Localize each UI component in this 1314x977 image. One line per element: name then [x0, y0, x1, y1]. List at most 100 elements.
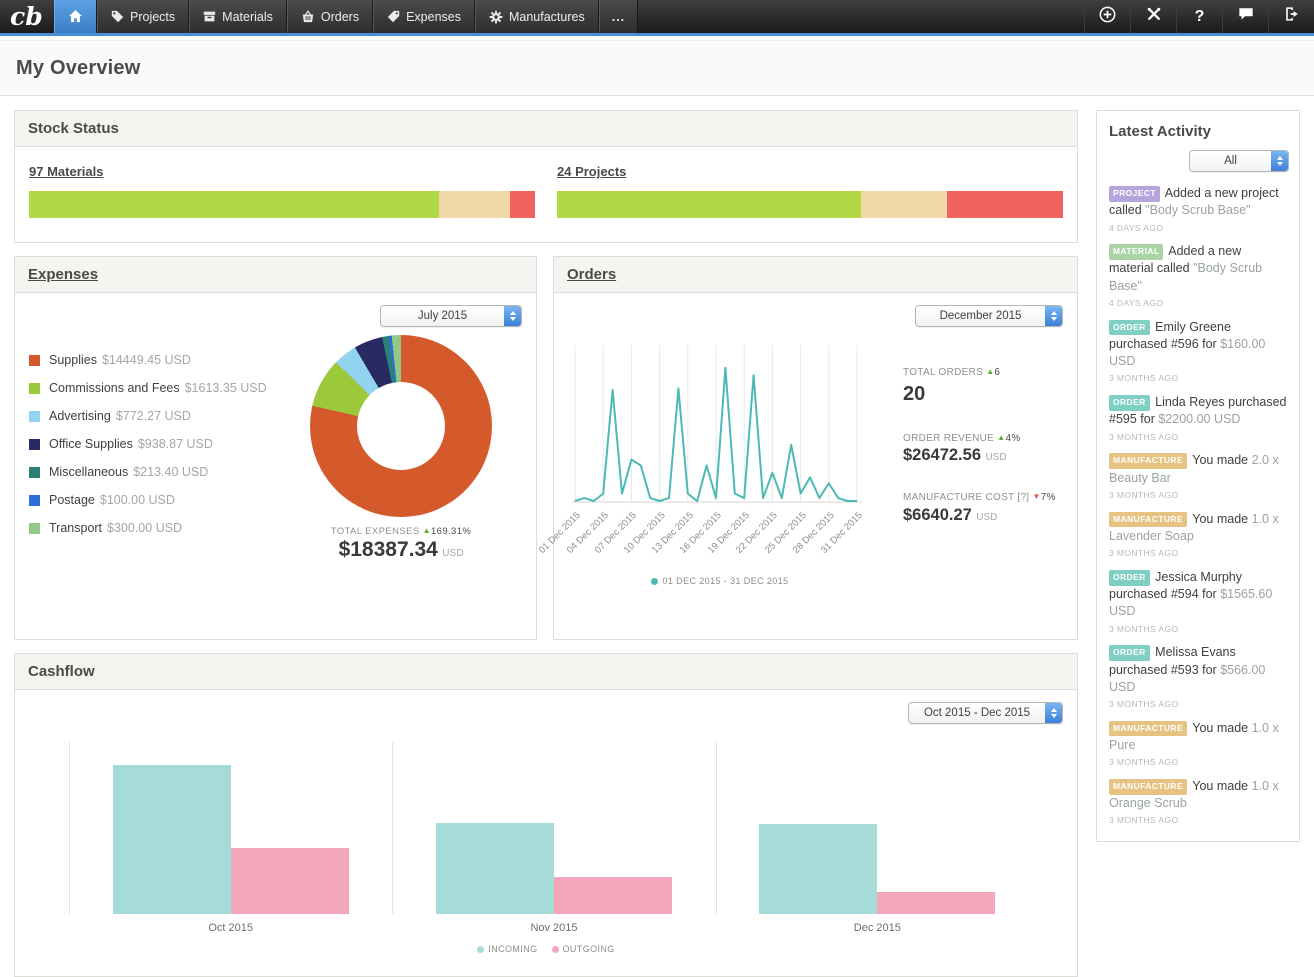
projects-count-link[interactable]: 24 Projects — [557, 164, 626, 179]
activity-type-badge: ORDER — [1109, 395, 1150, 411]
total-expenses-value: $18387.34 — [339, 538, 438, 561]
select-stepper-icon — [504, 306, 521, 326]
cashflow-bar-group — [392, 823, 715, 914]
activity-item[interactable]: ORDER Jessica Murphy purchased #594 for … — [1097, 560, 1299, 635]
total-orders-stat: TOTAL ORDERS ▲6 20 — [903, 365, 1063, 406]
materials-count-link[interactable]: 97 Materials — [29, 164, 103, 179]
tools-icon — [1146, 6, 1162, 27]
cashflow-x-labels: Oct 2015Nov 2015Dec 2015 — [69, 922, 1039, 934]
stock-status-title: Stock Status — [15, 111, 1077, 147]
orders-basket-icon — [301, 10, 315, 24]
cashflow-title: Cashflow — [15, 654, 1077, 690]
cashflow-legend-entry: INCOMING — [477, 944, 537, 954]
cashflow-bar-outgoing — [554, 877, 672, 914]
legend-label: Postage — [49, 493, 95, 507]
logout-icon — [1284, 6, 1300, 27]
total-expenses-label: TOTAL EXPENSES — [331, 526, 420, 537]
legend-swatch-icon — [29, 495, 40, 506]
cashflow-bar-outgoing — [231, 848, 349, 914]
select-stepper-icon — [1045, 703, 1062, 723]
select-value: All — [1190, 155, 1271, 167]
manufacture-cost-stat: MANUFACTURE COST [?] ▼7% $6640.27 USD — [903, 490, 1063, 525]
expense-legend-item: Office Supplies$938.87 USD — [29, 437, 301, 451]
activity-type-badge: ORDER — [1109, 320, 1150, 336]
cashflow-x-label: Nov 2015 — [392, 922, 715, 934]
expense-legend-item: Postage $100.00 USD — [29, 493, 301, 507]
page-title: My Overview — [16, 57, 1298, 80]
nav-tab-label: Materials — [222, 10, 273, 24]
manufactures-gear-icon — [489, 10, 503, 24]
stat-delta: 6 — [994, 367, 1000, 378]
orders-stats: TOTAL ORDERS ▲6 20 ORDER REVENUE ▲4% $26… — [903, 365, 1063, 586]
app-logo[interactable]: cb — [0, 0, 54, 33]
currency-label: USD — [976, 512, 997, 523]
expenses-totals: TOTAL EXPENSES ▲169.31% $18387.34 USD — [331, 526, 472, 562]
activity-item[interactable]: MANUFACTURE You made 2.0 x Beauty Bar3 M… — [1097, 443, 1299, 501]
nav-tab-projects[interactable]: Projects — [97, 0, 189, 33]
cashflow-x-label: Oct 2015 — [69, 922, 392, 934]
activity-timestamp: 3 MONTHS AGO — [1109, 490, 1287, 502]
stock-bar-segment — [557, 191, 861, 218]
nav-tab-home[interactable] — [54, 0, 97, 33]
select-value: December 2015 — [916, 310, 1045, 322]
activity-type-badge: ORDER — [1109, 570, 1150, 586]
legend-swatch-icon — [29, 355, 40, 366]
latest-activity-title: Latest Activity — [1097, 111, 1299, 144]
activity-timestamp: 4 DAYS AGO — [1109, 298, 1287, 310]
nav-tab-expenses[interactable]: Expenses — [373, 0, 475, 33]
orders-title-link[interactable]: Orders — [567, 266, 616, 283]
stock-projects-group: 24 Projects — [557, 163, 1063, 218]
stock-bar-segment — [947, 191, 1063, 218]
legend-bullet-icon — [552, 946, 559, 953]
nav-tab-manufactures[interactable]: Manufactures — [475, 0, 599, 33]
feedback-button[interactable] — [1222, 0, 1268, 33]
activity-detail: $2200.00 USD — [1158, 412, 1240, 426]
expenses-tag-icon — [387, 10, 400, 23]
add-button[interactable] — [1084, 0, 1130, 33]
nav-tab-label: Orders — [321, 10, 359, 24]
activity-item[interactable]: MANUFACTURE You made 1.0 x Pure3 MONTHS … — [1097, 711, 1299, 769]
cashflow-bar-incoming — [759, 824, 877, 914]
stat-value: $6640.27 — [903, 506, 972, 524]
orders-period-select[interactable]: December 2015 — [915, 305, 1063, 327]
currency-label: USD — [985, 452, 1006, 463]
nav-tab-orders[interactable]: Orders — [287, 0, 373, 33]
expenses-title-link[interactable]: Expenses — [28, 266, 98, 283]
stock-bar-segment — [510, 191, 535, 218]
activity-item[interactable]: PROJECT Added a new project called "Body… — [1097, 176, 1299, 234]
activity-item[interactable]: MANUFACTURE You made 1.0 x Lavender Soap… — [1097, 502, 1299, 560]
expense-legend-item: Transport$300.00 USD — [29, 521, 301, 535]
expense-legend-item: Advertising$772.27 USD — [29, 409, 301, 423]
activity-item[interactable]: ORDER Linda Reyes purchased #595 for $22… — [1097, 385, 1299, 443]
cashflow-bar-group — [716, 824, 1039, 914]
logout-button[interactable] — [1268, 0, 1314, 33]
expenses-period-select[interactable]: July 2015 — [380, 305, 522, 327]
cashflow-period-select[interactable]: Oct 2015 - Dec 2015 — [908, 702, 1063, 724]
nav-tab-materials[interactable]: Materials — [189, 0, 287, 33]
activity-filter-select[interactable]: All — [1189, 150, 1289, 172]
cashflow-x-label: Dec 2015 — [716, 922, 1039, 934]
stat-label: TOTAL ORDERS — [903, 367, 983, 378]
activity-item[interactable]: ORDER Emily Greene purchased #596 for $1… — [1097, 310, 1299, 385]
activity-item[interactable]: MATERIAL Added a new material called "Bo… — [1097, 234, 1299, 309]
materials-box-icon — [203, 10, 216, 23]
activity-item[interactable]: MANUFACTURE You made 1.0 x Orange Scrub3… — [1097, 769, 1299, 827]
activity-item[interactable]: ORDER Melissa Evans purchased #593 for $… — [1097, 635, 1299, 710]
expense-legend-item: Commissions and Fees$1613.35 USD — [29, 381, 301, 395]
help-button[interactable]: ? — [1176, 0, 1222, 33]
legend-swatch-icon — [29, 439, 40, 450]
stat-label: ORDER REVENUE — [903, 433, 994, 444]
legend-value: $14449.45 USD — [102, 353, 191, 367]
tools-button[interactable] — [1130, 0, 1176, 33]
stat-value: $26472.56 — [903, 446, 981, 464]
total-expenses-delta: 169.31% — [431, 526, 471, 537]
legend-value: $100.00 USD — [100, 493, 175, 507]
latest-activity-panel: Latest Activity All PROJECT Added a new … — [1096, 110, 1300, 842]
projects-stock-bar — [557, 191, 1063, 218]
nav-tab-more[interactable]: ... — [599, 0, 638, 33]
select-value: July 2015 — [381, 310, 504, 322]
expense-legend-item: Miscellaneous$213.40 USD — [29, 465, 301, 479]
chat-bubble-icon — [1238, 6, 1254, 27]
stock-materials-group: 97 Materials — [29, 163, 535, 218]
stat-value: 20 — [903, 383, 1063, 406]
